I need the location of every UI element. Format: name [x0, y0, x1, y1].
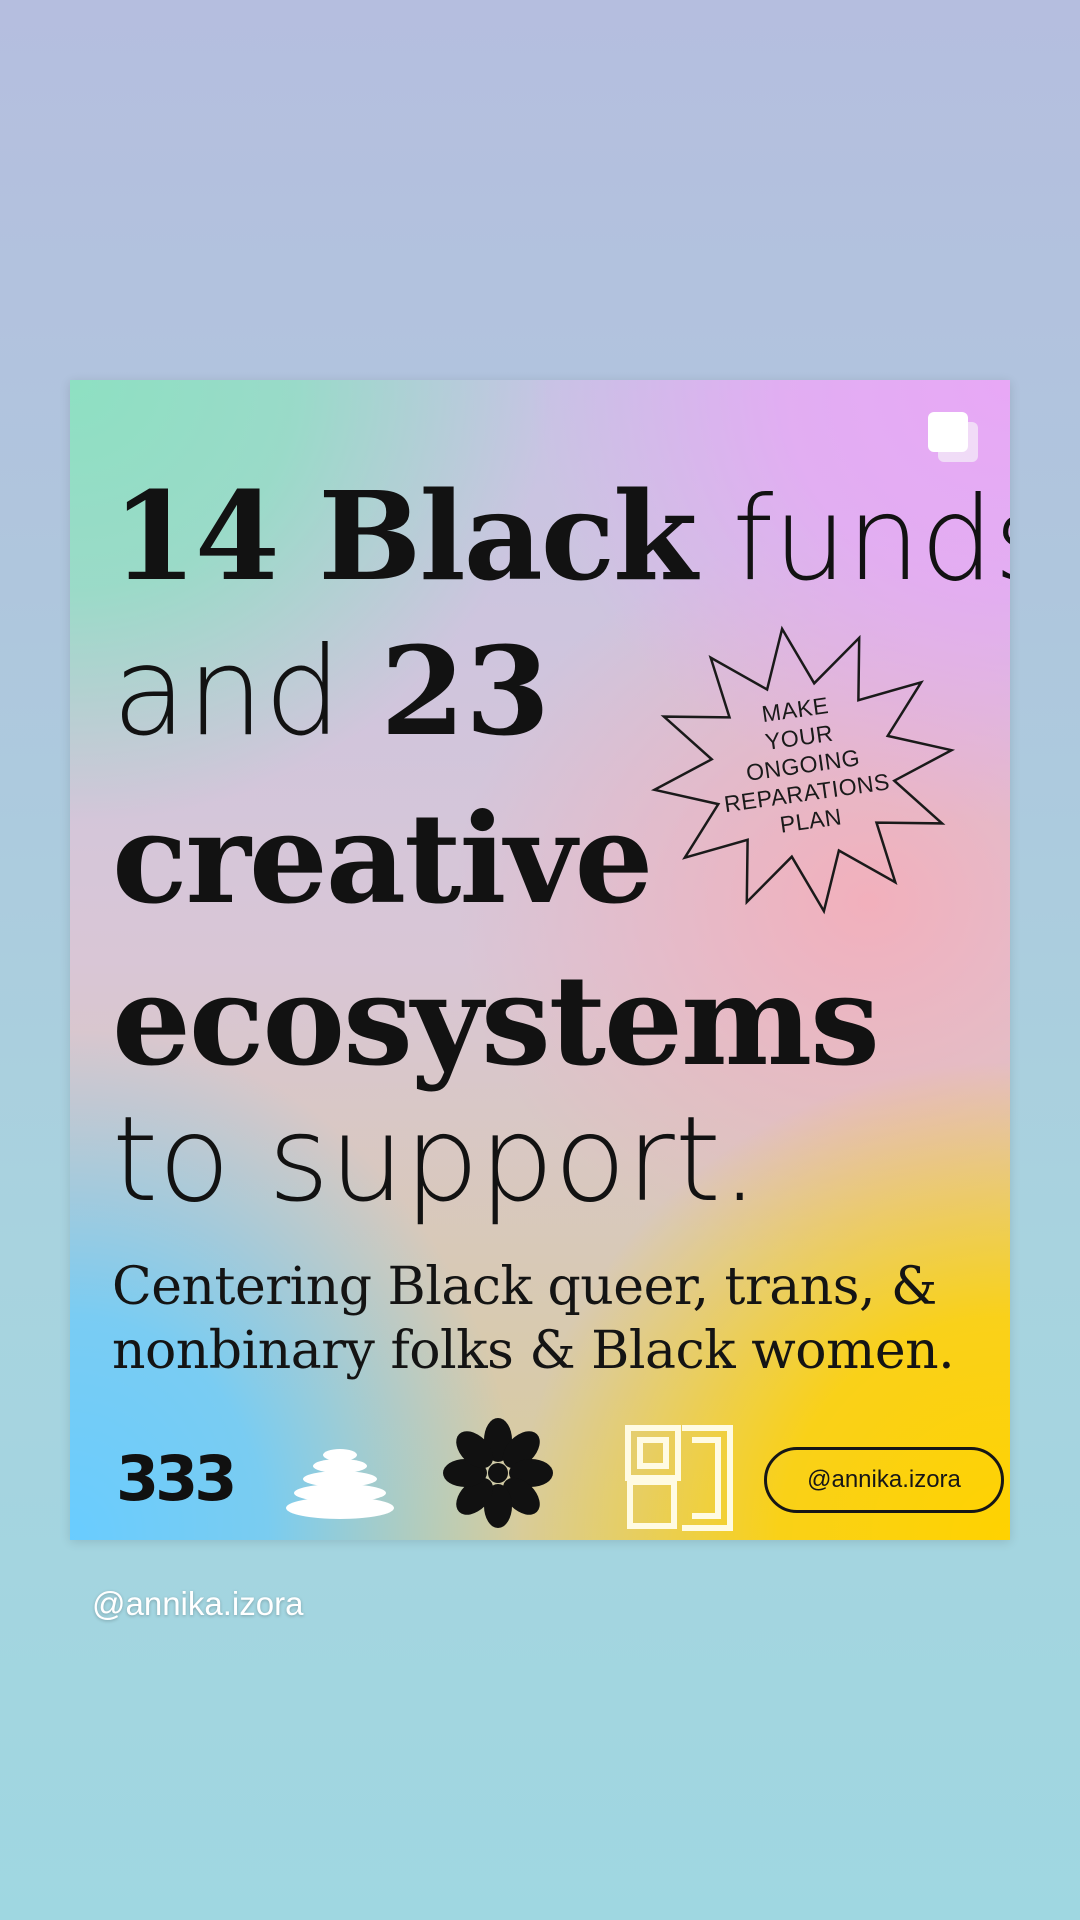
flower-icon [443, 1418, 553, 1528]
logo-row [286, 1418, 733, 1531]
story-mention-sticker[interactable]: @annika.izora [92, 1585, 303, 1623]
shared-post-card[interactable]: 14 Black funds and 23 creative ecosystem… [70, 380, 1010, 1540]
stacked-stones-icon [286, 1449, 394, 1519]
geometric-tile-icon [625, 1425, 733, 1531]
handle-pill[interactable]: @annika.izora [764, 1447, 1004, 1513]
